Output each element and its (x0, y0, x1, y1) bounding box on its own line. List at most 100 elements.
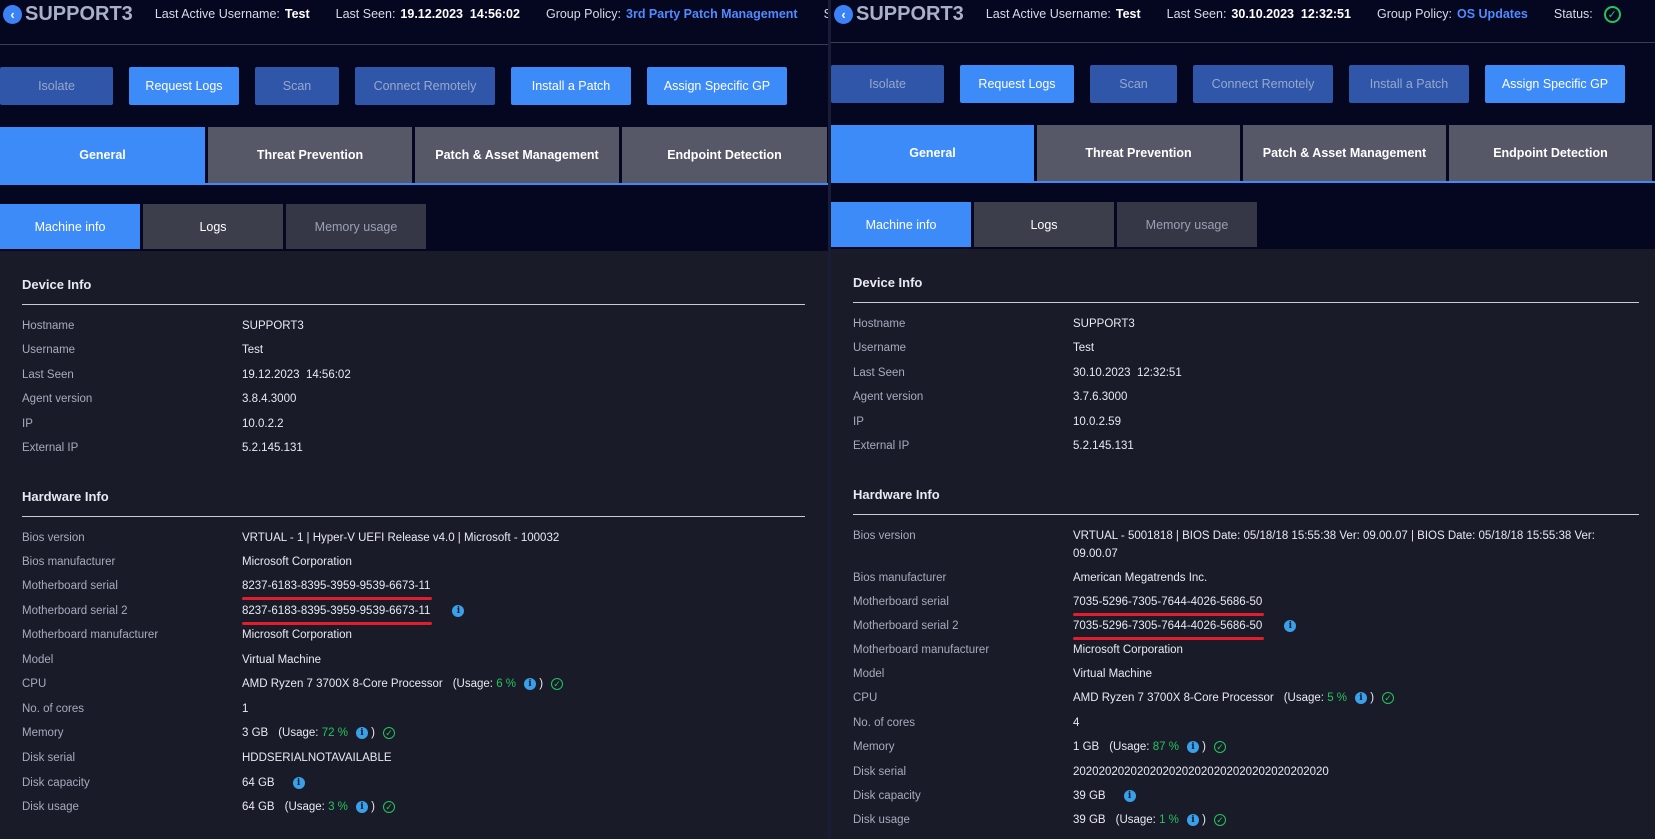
info-icon[interactable]: i (292, 776, 305, 789)
back-icon[interactable]: ‹ (834, 4, 853, 24)
subtab-memory-usage[interactable]: Memory usage (1117, 202, 1257, 247)
field-value: 5.2.145.131 (242, 442, 303, 454)
header-hostname: SUPPORT3 (856, 2, 964, 25)
request-logs-button[interactable]: Request Logs (129, 67, 239, 105)
usage-close: ) (1370, 692, 1375, 704)
mb-serial-value: 7035-5296-7305-7644-4026-5686-50 (1073, 593, 1265, 616)
install-patch-button[interactable]: Install a Patch (1349, 65, 1469, 103)
info-row-disk-usage: Disk usage 64 GB (Usage: 3 % i ) ✓ (22, 798, 820, 816)
isolate-button[interactable]: Isolate (831, 65, 944, 103)
group-policy-link[interactable]: 3rd Party Patch Management (626, 7, 798, 21)
field-label: Disk capacity (22, 777, 90, 789)
check-icon: ✓ (1382, 691, 1395, 704)
tab-threat-prevention[interactable]: Threat Prevention (208, 127, 412, 183)
field-value: 3.8.4.3000 (242, 393, 297, 405)
cpu-usage-value: 5 % (1327, 692, 1348, 704)
info-icon[interactable]: i (355, 800, 368, 813)
info-row-disk-serial: Disk serial HDDSERIALNOTAVAILABLE (22, 749, 820, 767)
info-icon[interactable]: i (355, 726, 368, 739)
field-value: 39 GB (Usage: 1 % i ) ✓ (1073, 811, 1226, 829)
connect-remotely-button[interactable]: Connect Remotely (355, 67, 495, 105)
info-row-cores: No. of cores 1 (22, 700, 820, 718)
usage-open: (Usage: (1283, 692, 1324, 704)
usage-open: (Usage: (278, 727, 319, 739)
back-icon[interactable]: ‹ (3, 4, 22, 24)
group-policy-link[interactable]: OS Updates (1457, 7, 1528, 21)
field-value: 3 GB (Usage: 72 % i ) ✓ (242, 724, 395, 742)
check-icon: ✓ (382, 726, 395, 739)
tab-patch-asset-management[interactable]: Patch & Asset Management (1243, 125, 1446, 181)
field-label: Disk capacity (853, 790, 921, 802)
memory-usage-value: 72 % (321, 727, 348, 739)
usage-close: ) (539, 678, 544, 690)
request-logs-button[interactable]: Request Logs (960, 65, 1074, 103)
subtab-memory-usage[interactable]: Memory usage (286, 204, 426, 249)
tab-threat-prevention[interactable]: Threat Prevention (1037, 125, 1240, 181)
tab-general[interactable]: General (0, 127, 205, 183)
info-row-disk-usage: Disk usage 39 GB (Usage: 1 % i ) ✓ (853, 811, 1645, 829)
field-value: 64 GB i (242, 774, 305, 792)
info-icon[interactable]: i (1284, 619, 1297, 632)
field-label: Bios version (853, 530, 916, 542)
action-toolbar: Isolate Request Logs Scan Connect Remote… (0, 67, 803, 105)
last-seen-label: Last Seen: (1166, 7, 1227, 21)
field-label: CPU (22, 678, 47, 690)
header-divider (831, 42, 1655, 43)
subtab-logs[interactable]: Logs (143, 204, 283, 249)
tab-endpoint-detection[interactable]: Endpoint Detection (622, 127, 827, 183)
field-label: Username (853, 342, 907, 354)
subtab-logs[interactable]: Logs (974, 202, 1114, 247)
field-label: IP (853, 416, 864, 428)
field-value: 19.12.2023 14:56:02 (242, 369, 351, 381)
info-icon[interactable]: i (1186, 740, 1199, 753)
usage-close: ) (371, 727, 375, 739)
check-icon: ✓ (1213, 740, 1226, 753)
info-icon[interactable]: i (1186, 813, 1199, 826)
info-row-cpu: CPU AMD Ryzen 7 3700X 8-Core Processor (Us… (853, 689, 1645, 707)
field-label: Model (22, 654, 54, 666)
install-patch-button[interactable]: Install a Patch (511, 67, 631, 105)
assign-specific-gp-button[interactable]: Assign Specific GP (1485, 65, 1625, 103)
info-row-disk-capacity: Disk capacity 64 GB i (22, 774, 820, 792)
field-value: Test (242, 344, 264, 356)
info-icon[interactable]: i (452, 604, 465, 617)
usage-close: ) (371, 801, 375, 813)
subtab-machine-info[interactable]: Machine info (831, 202, 971, 247)
info-row-agent-version: Agent version 3.7.6.3000 (853, 388, 1645, 406)
device-panel-left: ‹ SUPPORT3 Last Active Username: Test La… (0, 0, 830, 839)
machine-info-content: Device Info Hostname SUPPORT3 Username Tes… (831, 249, 1655, 839)
info-icon[interactable]: i (1123, 789, 1136, 802)
info-row-last-seen: Last Seen 19.12.2023 14:56:02 (22, 366, 820, 384)
info-row-external-ip: External IP 5.2.145.131 (22, 439, 820, 457)
tab-general[interactable]: General (831, 125, 1034, 181)
field-value: Microsoft Corporation (1073, 644, 1183, 656)
device-info-divider (853, 302, 1639, 303)
last-active-username-value: Test (1115, 7, 1141, 21)
field-value: 1 GB (Usage: 87 % i ) ✓ (1073, 738, 1226, 756)
info-row-ip: IP 10.0.2.2 (22, 415, 820, 433)
info-icon[interactable]: i (524, 677, 537, 690)
info-row-mb-manufacturer: Motherboard manufacturer Microsoft Corpor… (853, 641, 1645, 659)
info-row-username: Username Test (853, 339, 1645, 357)
tab-patch-asset-management[interactable]: Patch & Asset Management (415, 127, 619, 183)
scan-button[interactable]: Scan (1090, 65, 1177, 103)
isolate-button[interactable]: Isolate (0, 67, 113, 105)
assign-specific-gp-button[interactable]: Assign Specific GP (647, 67, 787, 105)
header-bar: ‹ SUPPORT3 Last Active Username: Test La… (831, 0, 1655, 28)
subtab-machine-info[interactable]: Machine info (0, 204, 140, 249)
field-value: 7035-5296-7305-7644-4026-5686-50 i (1073, 617, 1297, 640)
info-row-bios-manufacturer: Bios manufacturer American Megatrends Inc… (853, 569, 1645, 587)
field-label: Hostname (853, 318, 906, 330)
sub-tabs: Machine info Logs Memory usage (0, 204, 830, 253)
info-row-cores: No. of cores 4 (853, 714, 1645, 732)
device-info-title: Device Info (853, 275, 923, 290)
tab-endpoint-detection[interactable]: Endpoint Detection (1449, 125, 1652, 181)
disk-capacity-value: 39 GB (1073, 790, 1106, 802)
info-icon[interactable]: i (1355, 691, 1368, 704)
connect-remotely-button[interactable]: Connect Remotely (1193, 65, 1333, 103)
scan-button[interactable]: Scan (255, 67, 339, 105)
status-ok-icon: ✓ (1603, 5, 1621, 23)
usage-close: ) (1202, 814, 1206, 826)
field-label: Motherboard serial 2 (853, 620, 959, 632)
main-tabs: General Threat Prevention Patch & Asset … (0, 127, 830, 185)
